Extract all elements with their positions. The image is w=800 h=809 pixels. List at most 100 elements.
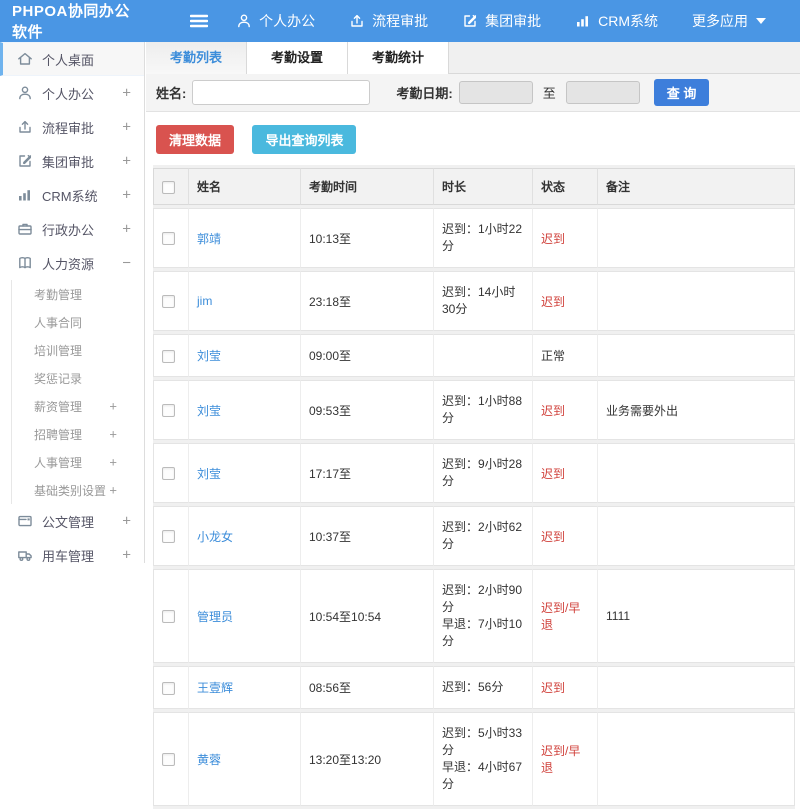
expand-toggle-icon[interactable]: + <box>122 119 131 136</box>
sidebar-item[interactable]: 个人桌面 <box>0 42 144 76</box>
sidebar-item[interactable]: 流程审批+ <box>0 110 144 144</box>
sidebar-item[interactable]: 集团审批 + <box>0 144 144 178</box>
row-checkbox[interactable] <box>162 350 175 363</box>
row-checkbox[interactable] <box>162 530 175 543</box>
duration-cell: 迟到：1小时22分 <box>434 208 533 268</box>
expand-toggle-icon[interactable]: + <box>122 513 131 530</box>
sidebar-item[interactable]: 个人办公+ <box>0 76 144 110</box>
column-header: 考勤时间 <box>301 168 434 205</box>
sidebar-subitem[interactable]: 招聘管理+ <box>12 420 144 448</box>
table-row: 黄蓉13:20至13:20迟到：5小时33分早退：4小时67分迟到/早退 <box>153 712 795 806</box>
user-icon <box>236 13 252 29</box>
sidebar-item[interactable]: 人力资源− <box>0 246 144 280</box>
topnav-item-5[interactable]: 更多应用 <box>692 11 766 31</box>
duration-cell: 迟到：9小时28分 <box>434 443 533 503</box>
menu-toggle-icon[interactable] <box>190 14 208 28</box>
topnav-item-2[interactable]: 流程审批 <box>349 11 428 31</box>
expand-toggle-icon[interactable]: + <box>122 85 131 102</box>
duration-text: 迟到：1小时22分 <box>442 221 524 255</box>
employee-name-link[interactable]: 刘莹 <box>197 404 221 418</box>
expand-toggle-icon[interactable]: + <box>109 427 117 442</box>
search-button[interactable]: 查 询 <box>654 79 710 106</box>
sidebar-subitem-label: 基础类别设置 <box>34 482 106 499</box>
sidebar-subitem-label: 奖惩记录 <box>34 370 82 387</box>
select-all-checkbox[interactable] <box>162 181 175 194</box>
sidebar-subitem-label: 薪资管理 <box>34 398 82 415</box>
sidebar-subitem[interactable]: 薪资管理 + <box>12 392 144 420</box>
date-to-input[interactable] <box>566 81 640 104</box>
row-checkbox-cell <box>153 666 189 709</box>
sidebar: 个人桌面个人办公+流程审批+集团审批+CRM系统+行政办公+人力资源−考勤管理人… <box>0 42 145 563</box>
date-from-input[interactable] <box>459 81 533 104</box>
sidebar-item-label: 用车管理 <box>42 546 94 564</box>
row-checkbox[interactable] <box>162 295 175 308</box>
sidebar-subitem[interactable]: 培训管理 <box>12 336 144 364</box>
sidebar-item[interactable]: 公文管理+ <box>0 504 144 538</box>
employee-name-link[interactable]: jim <box>197 294 212 308</box>
name-cell: jim <box>189 271 301 331</box>
name-cell: 黄蓉 <box>189 712 301 806</box>
row-checkbox[interactable] <box>162 753 175 766</box>
topnav-item-3[interactable]: 集团审批 <box>462 11 541 31</box>
row-checkbox[interactable] <box>162 610 175 623</box>
duration-cell: 迟到：56分 <box>434 666 533 709</box>
name-input[interactable] <box>192 80 370 105</box>
expand-toggle-icon[interactable]: + <box>122 153 131 170</box>
sidebar-item[interactable]: CRM系统+ <box>0 178 144 212</box>
tab-考勤统计[interactable]: 考勤统计 <box>348 42 449 74</box>
status-cell: 迟到 <box>533 666 598 709</box>
topnav-item-4[interactable]: CRM系统 <box>575 11 658 31</box>
sidebar-subitem[interactable]: 人事合同 <box>12 308 144 336</box>
note-cell <box>598 271 795 331</box>
tab-考勤设置[interactable]: 考勤设置 <box>247 42 348 74</box>
topnav-item-1[interactable]: 个人办公 <box>236 11 315 31</box>
table-row: 管理员10:54至10:54迟到：2小时90分早退：7小时10分迟到/早退111… <box>153 569 795 663</box>
expand-toggle-icon[interactable]: − <box>122 255 131 272</box>
sidebar-item[interactable]: 用车管理 + <box>0 538 144 563</box>
sidebar-subitem[interactable]: 基础类别设置+ <box>12 476 144 504</box>
duration-cell: 迟到：14小时30分 <box>434 271 533 331</box>
row-checkbox[interactable] <box>162 404 175 417</box>
note-cell: 业务需要外出 <box>598 380 795 440</box>
status-cell: 迟到 <box>533 380 598 440</box>
employee-name-link[interactable]: 小龙女 <box>197 530 233 544</box>
column-header: 备注 <box>598 168 795 205</box>
row-checkbox[interactable] <box>162 467 175 480</box>
expand-toggle-icon[interactable]: + <box>109 483 117 498</box>
row-checkbox-cell <box>153 569 189 663</box>
status-badge: 迟到 <box>541 295 565 309</box>
topnav-item-label: 更多应用 <box>692 11 748 31</box>
row-checkbox[interactable] <box>162 232 175 245</box>
tab-考勤列表[interactable]: 考勤列表 <box>146 42 247 74</box>
sidebar-item[interactable]: 行政办公 + <box>0 212 144 246</box>
employee-name-link[interactable]: 黄蓉 <box>197 753 221 767</box>
sidebar-item-label: 集团审批 <box>42 152 94 171</box>
expand-toggle-icon[interactable]: + <box>122 221 131 238</box>
expand-toggle-icon[interactable]: + <box>109 399 117 414</box>
status-cell: 正常 <box>533 334 598 377</box>
name-cell: 刘莹 <box>189 334 301 377</box>
sidebar-item-label: 个人桌面 <box>42 50 94 69</box>
time-cell: 09:00至 <box>301 334 434 377</box>
export-list-button[interactable]: 导出查询列表 <box>252 125 356 154</box>
expand-toggle-icon[interactable]: + <box>122 187 131 204</box>
employee-name-link[interactable]: 郭靖 <box>197 232 221 246</box>
employee-name-link[interactable]: 刘莹 <box>197 467 221 481</box>
employee-name-link[interactable]: 管理员 <box>197 610 233 624</box>
sidebar-subitem[interactable]: 人事管理+ <box>12 448 144 476</box>
sidebar-subitem[interactable]: 考勤管理 <box>12 280 144 308</box>
row-checkbox[interactable] <box>162 682 175 695</box>
employee-name-link[interactable]: 王壹辉 <box>197 681 233 695</box>
sidebar-subitem[interactable]: 奖惩记录 <box>12 364 144 392</box>
duration-text: 迟到：2小时62分 <box>442 519 524 553</box>
duration-text: 迟到：14小时30分 <box>442 284 524 318</box>
expand-toggle-icon[interactable]: + <box>109 455 117 470</box>
table-row: 刘莹 09:00至 正常 <box>153 334 795 377</box>
sidebar-item-label: 行政办公 <box>42 220 94 239</box>
employee-name-link[interactable]: 刘莹 <box>197 349 221 363</box>
expand-toggle-icon[interactable]: + <box>122 547 131 564</box>
duration-text: 早退：7小时10分 <box>442 616 524 650</box>
row-checkbox-cell <box>153 712 189 806</box>
clean-data-button[interactable]: 清理数据 <box>156 125 234 154</box>
user-icon <box>17 85 33 101</box>
